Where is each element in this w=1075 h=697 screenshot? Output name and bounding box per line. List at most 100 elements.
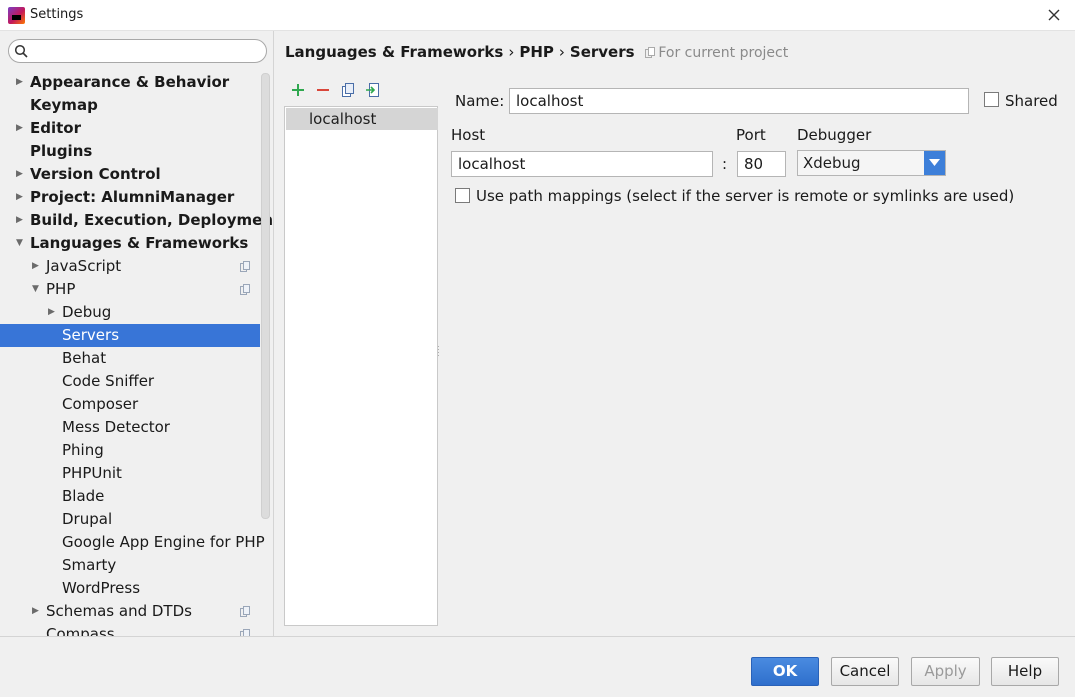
sidebar-item-label: Behat — [62, 349, 107, 367]
help-button[interactable]: Help — [991, 657, 1059, 686]
expand-arrow-right-icon[interactable]: ▶ — [16, 117, 26, 140]
sidebar-item-label: JavaScript — [46, 257, 122, 275]
sidebar-item-label: Keymap — [30, 96, 98, 114]
host-port-separator: : — [722, 155, 728, 173]
shared-checkbox[interactable] — [984, 92, 999, 107]
breadcrumb-separator: › — [558, 43, 565, 61]
sidebar-item[interactable]: ▶ Schemas and DTDs — [0, 600, 260, 623]
sidebar-item[interactable]: Compass — [0, 623, 260, 636]
cancel-button[interactable]: Cancel — [831, 657, 899, 686]
port-label: Port — [736, 126, 766, 144]
sidebar-item[interactable]: PHPUnit — [0, 462, 260, 485]
project-scope-icon — [240, 284, 250, 295]
copy-server-button[interactable] — [339, 81, 357, 99]
sidebar-item[interactable]: ▶ JavaScript — [0, 255, 260, 278]
remove-server-button[interactable] — [314, 81, 332, 99]
sidebar-item[interactable]: Keymap — [0, 94, 260, 117]
sidebar-item[interactable]: Google App Engine for PHP — [0, 531, 265, 554]
project-scope-icon — [240, 629, 250, 636]
expand-arrow-right-icon[interactable]: ▶ — [32, 255, 42, 278]
sidebar-item-label: Plugins — [30, 142, 93, 160]
expand-arrow-right-icon[interactable]: ▶ — [16, 71, 26, 94]
sidebar-item-label: Smarty — [62, 556, 117, 574]
close-window-button[interactable] — [1043, 4, 1065, 26]
settings-sidebar: ▶ Appearance & Behavior Keymap ▶ Editor Plugi… — [0, 31, 274, 636]
breadcrumb-php: PHP — [519, 43, 554, 61]
breadcrumb-scope: For current project — [658, 45, 789, 61]
sidebar-item[interactable]: Behat — [0, 347, 260, 370]
server-list: localhost — [284, 106, 438, 626]
settings-search-input[interactable] — [8, 39, 267, 63]
sidebar-item[interactable]: Plugins — [0, 140, 260, 163]
expand-arrow-right-icon[interactable]: ▶ — [32, 600, 42, 623]
sidebar-item-label: Mess Detector — [62, 418, 170, 436]
expand-arrow-right-icon[interactable]: ▶ — [16, 163, 26, 186]
sidebar-item-label: Phing — [62, 441, 104, 459]
sidebar-item-label: PHP — [46, 280, 76, 298]
sidebar-scrollbar[interactable] — [261, 73, 270, 519]
breadcrumb-separator: › — [508, 43, 515, 61]
sidebar-item[interactable]: ▶ Debug — [0, 301, 260, 324]
settings-tree: ▶ Appearance & Behavior Keymap ▶ Editor Plugi… — [0, 71, 273, 636]
minus-icon — [317, 89, 329, 91]
sidebar-item[interactable]: ▶ Build, Execution, Deployment — [0, 209, 273, 232]
sidebar-item-label: Project: AlumniManager — [30, 188, 235, 206]
project-scope-icon — [240, 606, 250, 617]
sidebar-item-label: PHPUnit — [62, 464, 122, 482]
expand-arrow-down-icon[interactable]: ▼ — [16, 232, 26, 255]
breadcrumb-languages: Languages & Frameworks — [285, 43, 504, 61]
search-icon — [14, 44, 28, 58]
sidebar-item[interactable]: ▶ Editor — [0, 117, 260, 140]
expand-arrow-down-icon[interactable]: ▼ — [32, 278, 42, 301]
expand-arrow-right-icon[interactable]: ▶ — [16, 209, 26, 232]
debugger-label: Debugger — [797, 126, 872, 144]
sidebar-item[interactable]: ▶ Version Control — [0, 163, 260, 186]
dialog-button-bar: OK Cancel Apply Help — [0, 636, 1075, 697]
sidebar-item-label: Composer — [62, 395, 139, 413]
debugger-dropdown-button[interactable] — [924, 151, 945, 175]
window-title: Settings — [30, 7, 84, 22]
host-label: Host — [451, 126, 486, 144]
sidebar-item[interactable]: Servers — [0, 324, 260, 347]
sidebar-item-label: Editor — [30, 119, 81, 137]
server-name-field[interactable]: localhost — [509, 88, 969, 114]
sidebar-item[interactable]: Blade — [0, 485, 260, 508]
sidebar-item-label: Schemas and DTDs — [46, 602, 192, 620]
sidebar-item[interactable]: ▼ PHP — [0, 278, 260, 301]
debugger-select-value: Xdebug — [803, 154, 861, 172]
expand-arrow-right-icon[interactable]: ▶ — [48, 301, 58, 324]
sidebar-item[interactable]: ▶ Project: AlumniManager — [0, 186, 260, 209]
project-scope-icon — [645, 47, 656, 58]
port-field[interactable]: 80 — [737, 151, 786, 177]
sidebar-item[interactable]: Composer — [0, 393, 260, 416]
title-bar: Settings — [0, 0, 1075, 31]
sidebar-item-label: Languages & Frameworks — [30, 234, 249, 252]
sidebar-item-label: Build, Execution, Deployment — [30, 211, 274, 229]
sidebar-item-label: Google App Engine for PHP — [62, 533, 265, 551]
apply-button[interactable]: Apply — [911, 657, 980, 686]
sidebar-item[interactable]: Code Sniffer — [0, 370, 260, 393]
import-server-button[interactable] — [364, 81, 382, 99]
sidebar-item-label: Appearance & Behavior — [30, 73, 230, 91]
sidebar-item[interactable]: Drupal — [0, 508, 260, 531]
splitter-handle[interactable] — [437, 345, 441, 359]
sidebar-item[interactable]: Smarty — [0, 554, 260, 577]
sidebar-item-label: Servers — [62, 326, 120, 344]
ok-button[interactable]: OK — [751, 657, 819, 686]
debugger-select[interactable]: Xdebug — [797, 150, 946, 176]
sidebar-item-label: WordPress — [62, 579, 141, 597]
plus-icon — [292, 84, 304, 96]
sidebar-item[interactable]: Mess Detector — [0, 416, 260, 439]
server-item-localhost[interactable]: localhost — [286, 108, 438, 130]
path-mappings-checkbox[interactable] — [455, 188, 470, 203]
sidebar-item[interactable]: Phing — [0, 439, 260, 462]
sidebar-item-label: Code Sniffer — [62, 372, 155, 390]
sidebar-item[interactable]: WordPress — [0, 577, 260, 600]
host-field[interactable]: localhost — [451, 151, 713, 177]
add-server-button[interactable] — [289, 81, 307, 99]
expand-arrow-right-icon[interactable]: ▶ — [16, 186, 26, 209]
phpstorm-logo-icon — [8, 7, 25, 24]
sidebar-item[interactable]: ▼ Languages & Frameworks — [0, 232, 260, 255]
sidebar-item-label: Drupal — [62, 510, 113, 528]
sidebar-item[interactable]: ▶ Appearance & Behavior — [0, 71, 260, 94]
